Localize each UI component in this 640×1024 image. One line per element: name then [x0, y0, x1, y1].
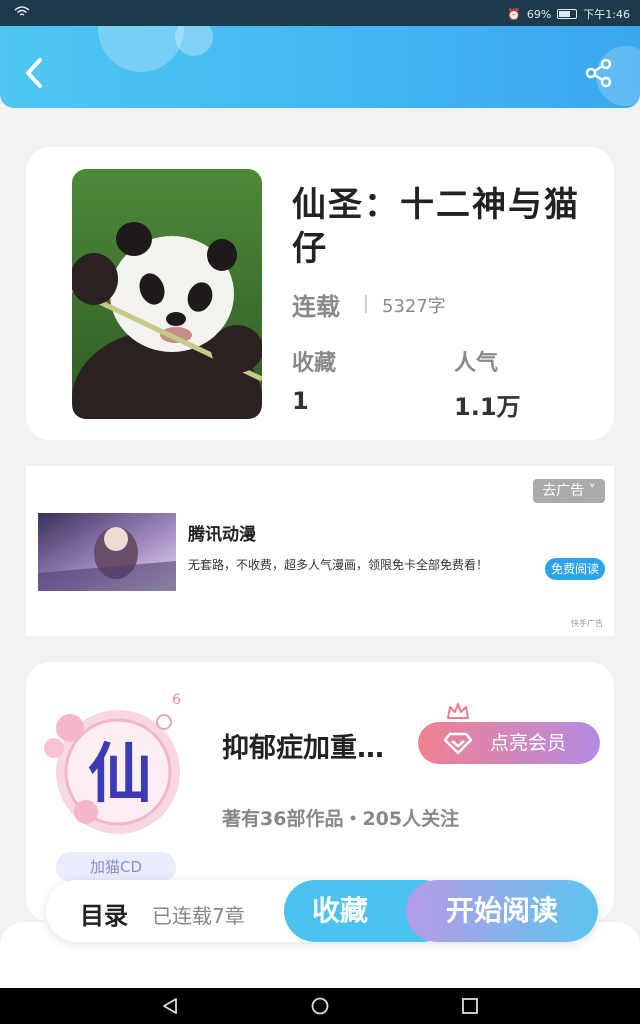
- author-stats: 著有36部作品・205人关注: [222, 808, 460, 830]
- book-title: 仙圣：十二神与猫仔: [292, 185, 580, 269]
- status-bar: ⏰ 69% 下午1:46: [0, 0, 640, 26]
- favorites-label: 收藏: [292, 351, 337, 376]
- popularity-value: 1.1万: [454, 393, 521, 421]
- diamond-icon: [444, 732, 472, 754]
- avatar-glyph: 仙: [88, 738, 152, 812]
- share-icon[interactable]: [584, 58, 614, 88]
- ad-image[interactable]: [38, 513, 176, 591]
- wifi-icon: [14, 6, 30, 16]
- battery-icon: [557, 9, 578, 19]
- activate-vip-button[interactable]: 点亮会员: [418, 722, 600, 764]
- nav-home-icon[interactable]: [310, 996, 330, 1016]
- chapter-count: 已连载7章: [152, 904, 245, 928]
- ad-title: 腾讯动漫: [188, 525, 256, 545]
- battery-percent: 69%: [526, 7, 552, 21]
- alarm-icon: ⏰: [507, 7, 521, 21]
- book-info-card: 仙圣：十二神与猫仔 连载 5327字 收藏 人气 1 1.1万: [26, 147, 614, 440]
- header-bar: [0, 26, 640, 108]
- favorites-value: 1: [292, 387, 309, 415]
- nav-back-icon[interactable]: [160, 996, 180, 1016]
- system-nav-bar: [0, 988, 640, 1024]
- vip-button-label: 点亮会员: [490, 732, 567, 754]
- table-of-contents-button[interactable]: 目录: [80, 896, 128, 931]
- author-name[interactable]: 抑郁症加重…: [222, 726, 417, 765]
- ad-banner[interactable]: 去广告 ˅ 腾讯动漫 无套路，不收费，超多人气漫画，领限免卡全部免费看！ 免费阅…: [26, 466, 614, 636]
- author-tag: 加猫CD: [56, 852, 176, 882]
- level-badge: 6: [172, 692, 181, 708]
- ad-description: 无套路，不收费，超多人气漫画，领限免卡全部免费看！: [188, 558, 489, 572]
- remove-ad-button[interactable]: 去广告 ˅: [533, 479, 605, 503]
- nav-recents-icon[interactable]: [460, 996, 480, 1016]
- bottom-action-bar: 目录 已连载7章 收藏 开始阅读: [46, 880, 598, 942]
- book-cover[interactable]: [72, 169, 262, 419]
- start-reading-button[interactable]: 开始阅读: [406, 880, 598, 942]
- serial-status: 连载: [292, 293, 340, 321]
- chevron-left-icon[interactable]: [22, 56, 48, 90]
- word-count: 5327字: [382, 296, 446, 317]
- panda-cover-image: [72, 169, 262, 419]
- popularity-label: 人气: [454, 351, 499, 376]
- ad-source-label: 快手广告: [571, 619, 603, 628]
- clock-time: 下午1:46: [583, 8, 630, 21]
- divider: [365, 295, 367, 313]
- remove-ad-label: 去广告: [542, 483, 585, 499]
- author-avatar[interactable]: 6 仙: [36, 692, 196, 852]
- free-read-button[interactable]: 免费阅读: [545, 558, 605, 580]
- crown-icon: [447, 703, 469, 719]
